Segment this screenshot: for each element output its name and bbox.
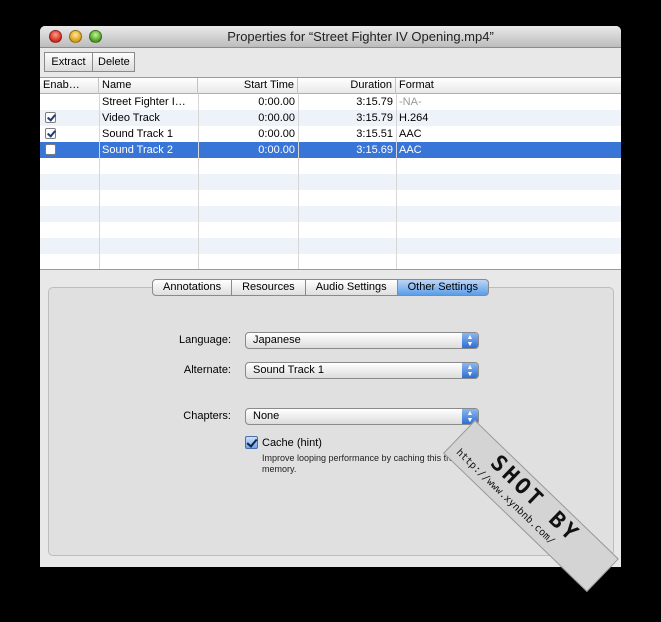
start-time-cell: 0:00.00 xyxy=(258,96,295,108)
column-header-enabled[interactable]: Enab… xyxy=(40,78,99,94)
zoom-window-icon[interactable] xyxy=(89,30,102,43)
tab-resources[interactable]: Resources xyxy=(232,279,306,296)
format-cell: H.264 xyxy=(399,112,429,124)
column-header-format[interactable]: Format xyxy=(396,78,621,94)
language-value: Japanese xyxy=(253,334,301,346)
tab-audio-settings[interactable]: Audio Settings xyxy=(305,279,398,296)
duration-cell: 3:15.51 xyxy=(356,128,393,140)
toolbar: Extract Delete xyxy=(40,49,621,76)
table-row[interactable]: Street Fighter I… 0:00.00 3:15.79 -NA- xyxy=(40,94,621,110)
minimize-window-icon[interactable] xyxy=(69,30,82,43)
format-cell: AAC xyxy=(399,144,422,156)
table-body: Street Fighter I… 0:00.00 3:15.79 -NA- Video… xyxy=(40,94,621,269)
start-time-cell: 0:00.00 xyxy=(258,112,295,124)
window-title: Properties for “Street Fighter IV Openin… xyxy=(227,29,494,44)
cache-label[interactable]: Cache (hint) xyxy=(262,435,322,451)
table-row[interactable] xyxy=(40,254,621,269)
table-header: Enab… Name Start Time Duration Format xyxy=(40,78,621,94)
duration-cell: 3:15.79 xyxy=(356,96,393,108)
duration-cell: 3:15.79 xyxy=(356,112,393,124)
alternate-popup[interactable]: Sound Track 1 ▲ ▼ xyxy=(245,362,479,379)
table-row[interactable] xyxy=(40,158,621,174)
track-name-cell: Sound Track 2 xyxy=(102,144,173,156)
format-cell: -NA- xyxy=(399,96,422,108)
format-cell: AAC xyxy=(399,128,422,140)
enabled-checkbox[interactable] xyxy=(45,144,56,155)
tab-bar: Annotations Resources Audio Settings Oth… xyxy=(152,279,489,296)
chapters-popup[interactable]: None ▲ ▼ xyxy=(245,408,479,425)
column-header-start-time[interactable]: Start Time xyxy=(198,78,298,94)
table-row[interactable]: Sound Track 2 0:00.00 3:15.69 AAC xyxy=(40,142,621,158)
tab-annotations[interactable]: Annotations xyxy=(152,279,233,296)
chapters-label: Chapters: xyxy=(183,410,231,422)
delete-button[interactable]: Delete xyxy=(92,52,135,72)
language-label: Language: xyxy=(179,334,231,346)
table-row[interactable]: Sound Track 1 0:00.00 3:15.51 AAC xyxy=(40,126,621,142)
start-time-cell: 0:00.00 xyxy=(258,128,295,140)
alternate-value: Sound Track 1 xyxy=(253,364,324,376)
table-row[interactable] xyxy=(40,206,621,222)
extract-button[interactable]: Extract xyxy=(44,52,93,72)
popup-arrows-icon: ▲ ▼ xyxy=(462,333,478,348)
track-name-cell: Sound Track 1 xyxy=(102,128,173,140)
title-bar[interactable]: Properties for “Street Fighter IV Openin… xyxy=(40,26,621,48)
column-header-name[interactable]: Name xyxy=(99,78,198,94)
enabled-checkbox[interactable] xyxy=(45,128,56,139)
table-row[interactable]: Video Track 0:00.00 3:15.79 H.264 xyxy=(40,110,621,126)
duration-cell: 3:15.69 xyxy=(356,144,393,156)
tracks-table: Enab… Name Start Time Duration Format St… xyxy=(40,77,621,269)
close-window-icon[interactable] xyxy=(49,30,62,43)
cache-checkbox[interactable] xyxy=(245,436,258,449)
table-row[interactable] xyxy=(40,222,621,238)
chapters-value: None xyxy=(253,410,280,422)
track-name-cell: Video Track xyxy=(102,112,160,124)
enabled-cell xyxy=(40,94,99,110)
tab-other-settings[interactable]: Other Settings xyxy=(397,279,489,296)
enabled-cell xyxy=(40,142,99,158)
enabled-cell xyxy=(40,126,99,142)
track-name-cell: Street Fighter I… xyxy=(102,96,186,108)
start-time-cell: 0:00.00 xyxy=(258,144,295,156)
enabled-cell xyxy=(40,110,99,126)
alternate-label: Alternate: xyxy=(183,364,231,376)
table-row[interactable] xyxy=(40,238,621,254)
table-row[interactable] xyxy=(40,190,621,206)
popup-arrows-icon: ▲ ▼ xyxy=(462,363,478,378)
table-row[interactable] xyxy=(40,174,621,190)
column-header-duration[interactable]: Duration xyxy=(298,78,396,94)
language-popup[interactable]: Japanese ▲ ▼ xyxy=(245,332,479,349)
enabled-checkbox[interactable] xyxy=(45,112,56,123)
